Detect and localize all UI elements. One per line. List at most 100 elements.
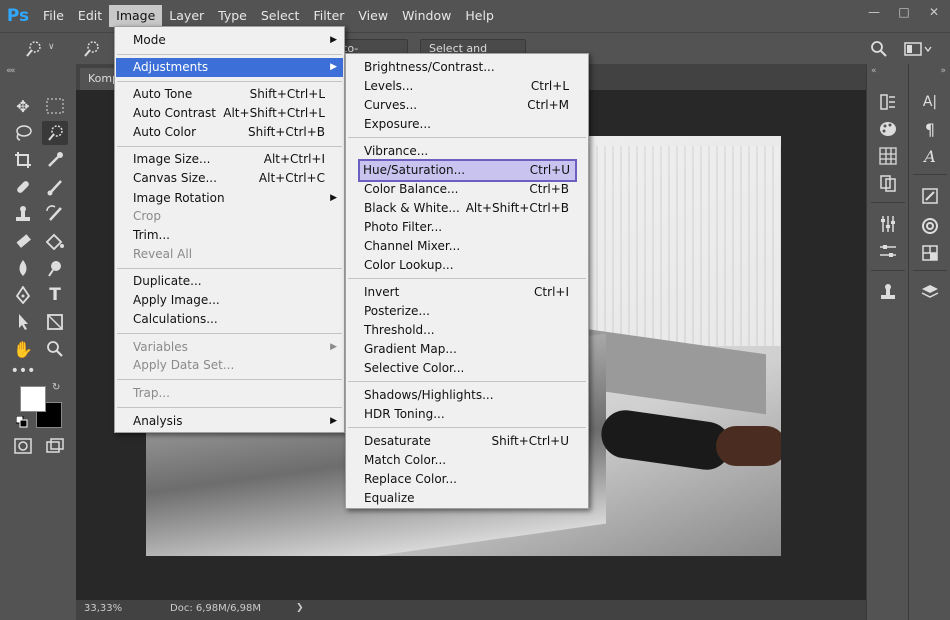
properties-panel-icon[interactable] xyxy=(875,239,901,263)
foreground-color-swatch[interactable] xyxy=(20,386,46,412)
quick-selection-tool-icon[interactable] xyxy=(42,121,68,145)
adj-channel-mixer[interactable]: Channel Mixer... xyxy=(347,237,587,256)
adj-black-white[interactable]: Black & White... Alt+Shift+Ctrl+B xyxy=(347,199,587,218)
menu-help[interactable]: Help xyxy=(458,5,501,27)
paint-bucket-tool-icon[interactable] xyxy=(42,229,68,253)
menu-file[interactable]: File xyxy=(36,5,71,27)
crop-tool-icon[interactable] xyxy=(10,148,36,172)
styles-panel-icon[interactable] xyxy=(917,241,943,265)
quick-selection-tool-preset-icon[interactable] xyxy=(20,37,46,61)
clone-source-panel-icon[interactable] xyxy=(875,280,901,304)
clone-stamp-tool-icon[interactable] xyxy=(10,202,36,226)
adj-levels[interactable]: Levels... Ctrl+L xyxy=(347,77,587,96)
image-menu-analysis[interactable]: Analysis ▶ xyxy=(116,412,343,431)
eraser-tool-icon[interactable] xyxy=(10,229,36,253)
menu-type[interactable]: Type xyxy=(211,5,254,27)
screen-mode-icon[interactable] xyxy=(42,434,68,458)
blur-tool-icon[interactable] xyxy=(10,256,36,280)
character-panel-icon[interactable]: A| xyxy=(917,90,943,114)
minimize-icon[interactable]: — xyxy=(866,4,882,20)
rectangle-tool-icon[interactable] xyxy=(42,310,68,334)
adj-shadows-highlights[interactable]: Shadows/Highlights... xyxy=(347,386,587,405)
menu-layer[interactable]: Layer xyxy=(162,5,211,27)
adj-color-lookup[interactable]: Color Lookup... xyxy=(347,256,587,275)
quick-mask-icon[interactable] xyxy=(10,434,36,458)
image-menu-auto-tone[interactable]: Auto Tone Shift+Ctrl+L xyxy=(116,85,343,104)
image-menu-image-rotation[interactable]: Image Rotation ▶ xyxy=(116,189,343,208)
layers-panel-icon[interactable] xyxy=(917,280,943,304)
adjustments-panel-icon[interactable] xyxy=(875,212,901,236)
glyphs-panel-icon[interactable]: A xyxy=(917,144,943,168)
libraries-panel-icon[interactable] xyxy=(875,171,901,195)
adj-hdr-toning[interactable]: HDR Toning... xyxy=(347,405,587,424)
path-selection-tool-icon[interactable] xyxy=(10,310,36,334)
workspace-switcher-icon[interactable] xyxy=(904,41,932,60)
adj-gradient-map[interactable]: Gradient Map... xyxy=(347,340,587,359)
adj-curves[interactable]: Curves... Ctrl+M xyxy=(347,96,587,115)
adj-selective-color[interactable]: Selective Color... xyxy=(347,359,587,378)
image-menu-canvas-size[interactable]: Canvas Size... Alt+Ctrl+C xyxy=(116,169,343,188)
menu-view[interactable]: View xyxy=(351,5,395,27)
brushes-panel-icon[interactable] xyxy=(917,184,943,208)
image-menu-auto-color[interactable]: Auto Color Shift+Ctrl+B xyxy=(116,123,343,142)
menu-edit[interactable]: Edit xyxy=(71,5,109,27)
color-panel-icon[interactable] xyxy=(875,117,901,141)
adj-equalize[interactable]: Equalize xyxy=(347,489,587,508)
collapse-left-icon[interactable]: « xyxy=(10,66,16,76)
adj-photo-filter[interactable]: Photo Filter... xyxy=(347,218,587,237)
close-icon[interactable]: ✕ xyxy=(926,4,942,20)
adj-color-balance[interactable]: Color Balance... Ctrl+B xyxy=(347,180,587,199)
adj-vibrance[interactable]: Vibrance... xyxy=(347,142,587,161)
adj-threshold[interactable]: Threshold... xyxy=(347,321,587,340)
eyedropper-tool-icon[interactable] xyxy=(42,148,68,172)
adj-desaturate[interactable]: Desaturate Shift+Ctrl+U xyxy=(347,432,587,451)
image-menu-mode[interactable]: Mode ▶ xyxy=(116,31,343,50)
menu-filter[interactable]: Filter xyxy=(306,5,351,27)
menu-image[interactable]: Image xyxy=(109,5,163,27)
menu-window[interactable]: Window xyxy=(395,5,458,27)
dodge-tool-icon[interactable] xyxy=(42,256,68,280)
status-menu-arrow-icon[interactable]: ❯ xyxy=(296,603,304,613)
swap-colors-icon[interactable]: ↻ xyxy=(52,382,60,393)
menu-item-shortcut: Ctrl+B xyxy=(529,182,569,196)
image-menu-calculations[interactable]: Calculations... xyxy=(116,310,343,329)
healing-brush-tool-icon[interactable] xyxy=(10,175,36,199)
adj-posterize[interactable]: Posterize... xyxy=(347,302,587,321)
collapse-panels-icon[interactable]: « xyxy=(871,66,877,76)
type-tool-icon[interactable]: T xyxy=(42,283,68,307)
search-icon[interactable] xyxy=(870,40,888,61)
image-menu-duplicate[interactable]: Duplicate... xyxy=(116,272,343,291)
adj-exposure[interactable]: Exposure... xyxy=(347,115,587,134)
more-tools-icon[interactable]: ••• xyxy=(10,359,36,383)
image-menu-apply-image[interactable]: Apply Image... xyxy=(116,291,343,310)
brush-tool-icon[interactable] xyxy=(42,175,68,199)
creative-cloud-icon[interactable] xyxy=(917,214,943,238)
new-selection-brush-icon[interactable] xyxy=(78,37,104,61)
menu-select[interactable]: Select xyxy=(254,5,307,27)
default-colors-icon[interactable] xyxy=(15,415,28,431)
paragraph-panel-icon[interactable]: ¶ xyxy=(917,117,943,141)
lasso-tool-icon[interactable] xyxy=(10,121,36,145)
adj-replace-color[interactable]: Replace Color... xyxy=(347,470,587,489)
adj-hue-saturation[interactable]: Hue/Saturation... Ctrl+U xyxy=(358,159,577,182)
zoom-tool-icon[interactable] xyxy=(42,337,68,361)
image-menu-trim[interactable]: Trim... xyxy=(116,226,343,245)
hand-tool-icon[interactable]: ✋ xyxy=(10,337,36,361)
image-menu-adjustments[interactable]: Adjustments ▶ xyxy=(116,58,343,77)
zoom-level[interactable]: 33,33% xyxy=(84,603,122,614)
menu-item-label: HDR Toning... xyxy=(364,407,445,421)
pen-tool-icon[interactable] xyxy=(10,283,36,307)
image-menu-image-size[interactable]: Image Size... Alt+Ctrl+I xyxy=(116,150,343,169)
history-brush-tool-icon[interactable] xyxy=(42,202,68,226)
expand-panels-icon[interactable]: » xyxy=(940,66,946,76)
adj-brightness-contrast[interactable]: Brightness/Contrast... xyxy=(347,58,587,77)
history-panel-icon[interactable] xyxy=(875,90,901,114)
swatches-panel-icon[interactable] xyxy=(875,144,901,168)
preset-dropdown-chevron-icon[interactable]: ∨ xyxy=(48,42,55,52)
adj-match-color[interactable]: Match Color... xyxy=(347,451,587,470)
marquee-tool-icon[interactable] xyxy=(42,94,68,118)
move-tool-icon[interactable]: ✥ xyxy=(10,94,36,118)
adj-invert[interactable]: Invert Ctrl+I xyxy=(347,283,587,302)
image-menu-auto-contrast[interactable]: Auto Contrast Alt+Shift+Ctrl+L xyxy=(116,104,343,123)
maximize-icon[interactable]: □ xyxy=(896,4,912,20)
